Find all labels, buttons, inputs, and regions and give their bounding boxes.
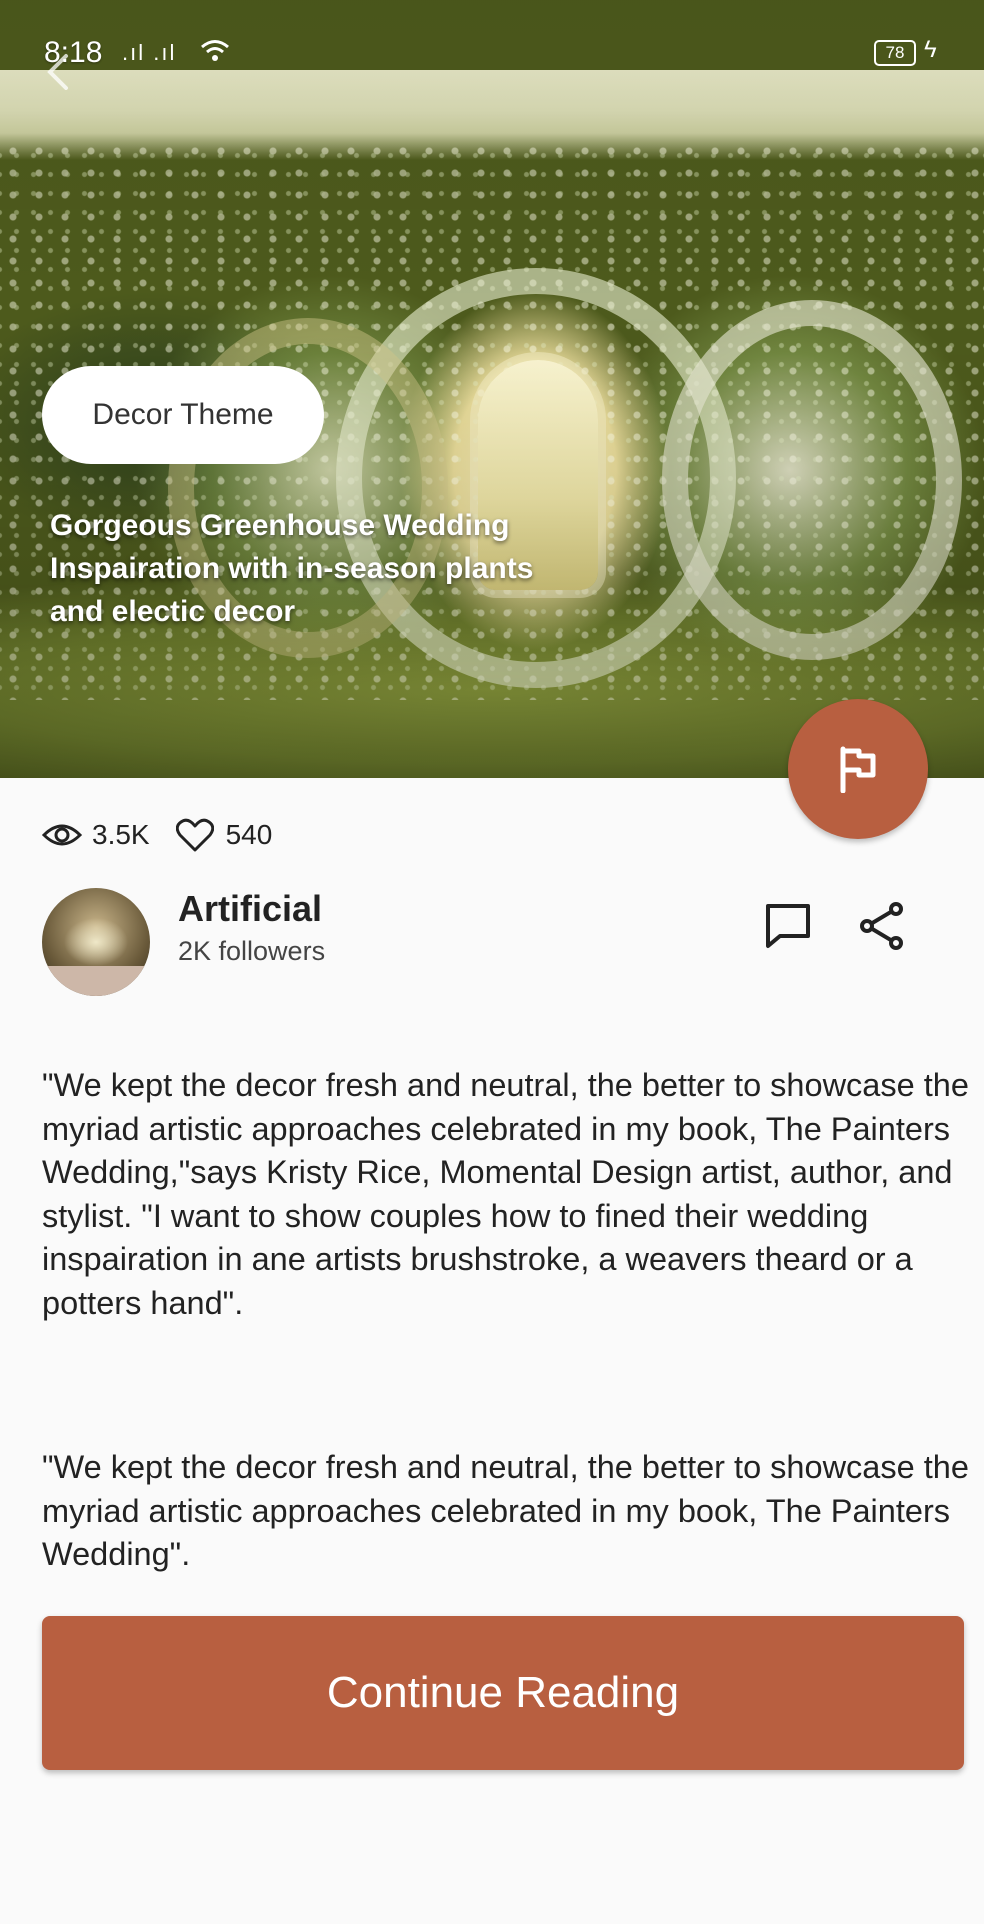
- comment-button[interactable]: [760, 898, 816, 954]
- flag-button[interactable]: [788, 699, 928, 839]
- comment-icon: [766, 904, 810, 948]
- author-name[interactable]: Artificial: [178, 888, 322, 930]
- avatar-floor: [42, 966, 150, 996]
- article-paragraph-1: "We kept the decor fresh and neutral, th…: [42, 1067, 969, 1321]
- charging-icon: ϟ: [924, 36, 937, 63]
- article-title: Gorgeous Greenhouse Wedding Inspairation…: [50, 509, 534, 628]
- share-icon: [860, 902, 903, 950]
- signal-icon: .ıl .ıl: [122, 40, 177, 65]
- flag-icon: [840, 746, 876, 793]
- battery-icon: 78: [874, 40, 916, 66]
- likes-stat[interactable]: 540: [175, 818, 273, 852]
- status-bar: 8:18 .ıl .ıl 78 ϟ: [0, 0, 984, 70]
- likes-count: 540: [225, 819, 273, 850]
- article-paragraph-2: "We kept the decor fresh and neutral, th…: [42, 1449, 969, 1572]
- back-button[interactable]: [40, 50, 80, 90]
- views-count: 3.5K: [92, 819, 150, 850]
- views-stat: 3.5K: [42, 819, 150, 851]
- arrow-left-icon: [47, 54, 68, 90]
- continue-reading-button[interactable]: Continue Reading: [42, 1616, 964, 1770]
- eye-icon: [42, 824, 82, 846]
- theme-chip[interactable]: Decor Theme: [42, 366, 324, 464]
- stats-row: 3.5K 540: [42, 816, 272, 854]
- author-followers: 2K followers: [178, 936, 326, 966]
- heart-icon: [175, 818, 214, 852]
- author-avatar[interactable]: [42, 888, 150, 996]
- wifi-icon: [201, 40, 229, 61]
- share-button[interactable]: [854, 898, 910, 954]
